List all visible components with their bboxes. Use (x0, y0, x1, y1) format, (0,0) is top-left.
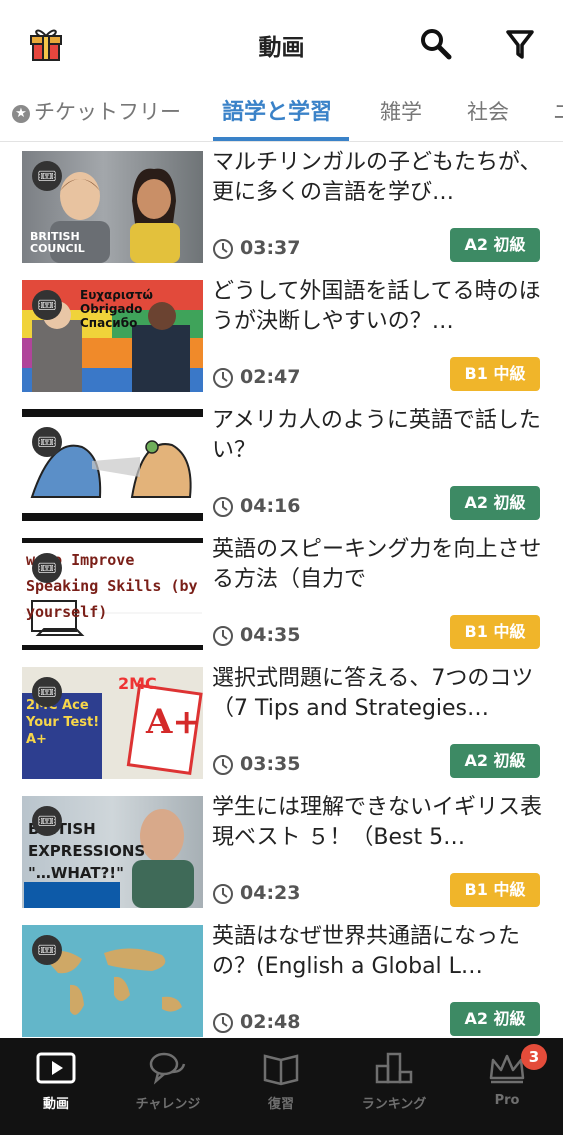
active-tab-indicator (213, 137, 349, 141)
video-duration: 04:35 (240, 624, 301, 646)
clock-icon (213, 368, 233, 388)
video-item[interactable]: BRITISH EXPRESSIONS "…WHAT?!" 🎟 学生には理解でき… (0, 793, 563, 909)
page-title: 動画 (258, 35, 305, 61)
nav-review[interactable]: 復習 (225, 1038, 337, 1135)
clock-icon (213, 884, 233, 904)
thumbnail-caption: Ευχαριστώ Obrigado Спасибо (80, 288, 153, 330)
video-item[interactable]: 🎟 アメリカ人のように英語で話したい？ 04:16 A2 初級 (0, 406, 563, 522)
level-badge: A2 初級 (450, 228, 540, 262)
book-icon (263, 1054, 299, 1086)
video-item[interactable]: 🎟 英語はなぜ世界共通語になったの？(English a Global L… 0… (0, 922, 563, 1038)
nav-label: 動画 (42, 1097, 69, 1112)
svg-text:A+: A+ (145, 702, 201, 742)
video-duration: 04:16 (240, 495, 301, 517)
ticket-icon: 🎟 (32, 806, 62, 836)
ticket-icon: 🎟 (32, 935, 62, 965)
video-title: 英語のスピーキング力を向上させる方法（自力で (212, 537, 542, 592)
level-badge: A2 初級 (450, 1002, 540, 1036)
tab-society[interactable]: 社会 (467, 96, 509, 126)
ticket-icon: 🎟 (32, 427, 62, 457)
podium-icon (375, 1052, 413, 1084)
clock-icon (213, 755, 233, 775)
thumbnail-caption: 2MC Ace Your Test! A+ (26, 698, 100, 747)
tab-language-learning[interactable]: 語学と学習 (222, 94, 332, 126)
play-icon (36, 1052, 76, 1084)
star-icon: ★ (12, 105, 30, 123)
bottom-nav: 動画 チャレンジ 復習 ランキング 3 Pro (0, 1038, 563, 1135)
level-badge: B1 中級 (450, 357, 540, 391)
level-badge: B1 中級 (450, 615, 540, 649)
video-title: 学生には理解できないイギリス表現ベスト ５！（Best 5… (212, 795, 542, 850)
filter-icon[interactable] (502, 26, 538, 62)
video-title: マルチリンガルの子どもたちが、更に多くの言語を学び… (212, 150, 542, 205)
nav-label: Pro (494, 1093, 520, 1108)
video-duration: 02:47 (240, 366, 301, 388)
video-thumbnail: w to Improve Speaking Skills (by yoursel… (22, 538, 203, 650)
video-thumbnail: 🎟 (22, 409, 203, 521)
search-icon[interactable] (418, 26, 454, 62)
nav-label: 復習 (267, 1097, 294, 1112)
nav-videos[interactable]: 動画 (0, 1038, 112, 1135)
clock-icon (213, 239, 233, 259)
tab-trivia[interactable]: 雑学 (380, 96, 422, 126)
notification-badge: 3 (521, 1044, 547, 1070)
nav-challenge[interactable]: チャレンジ (112, 1038, 224, 1135)
nav-label: チャレンジ (135, 1097, 201, 1112)
video-title: どうして外国語を話してる時のほうが決断しやすいの？… (212, 279, 541, 334)
video-title: 選択式問題に答える、7つのコツ（7 Tips and Strategies… (212, 666, 534, 721)
level-badge: B1 中級 (450, 873, 540, 907)
video-thumbnail: A+ 2MC 2MC Ace Your Test! A+ 🎟 (22, 667, 203, 779)
video-item[interactable]: w to Improve Speaking Skills (by yoursel… (0, 535, 563, 651)
level-badge: A2 初級 (450, 744, 540, 778)
level-badge: A2 初級 (450, 486, 540, 520)
nav-pro[interactable]: 3 Pro (451, 1038, 563, 1135)
nav-ranking[interactable]: ランキング (338, 1038, 450, 1135)
video-thumbnail: BRITISH EXPRESSIONS "…WHAT?!" 🎟 (22, 796, 203, 908)
thumbnail-caption: BRITISH COUNCIL (30, 230, 85, 255)
chat-bubbles-icon (149, 1052, 186, 1085)
ticket-icon: 🎟 (32, 161, 62, 191)
clock-icon (213, 626, 233, 646)
clock-icon (213, 497, 233, 517)
video-item[interactable]: BRITISH COUNCIL 🎟 マルチリンガルの子どもたちが、更に多くの言語… (0, 148, 563, 264)
nav-label: ランキング (361, 1097, 427, 1112)
video-thumbnail: Ευχαριστώ Obrigado Спасибо 🎟 (22, 280, 203, 392)
svg-text:2MC: 2MC (118, 674, 157, 693)
video-duration: 02:48 (240, 1011, 301, 1033)
ticket-icon: 🎟 (32, 677, 62, 707)
video-duration: 04:23 (240, 882, 301, 904)
tab-ticket-free[interactable]: ★ チケットフリー (12, 96, 181, 126)
video-duration: 03:37 (240, 237, 301, 259)
video-thumbnail: BRITISH COUNCIL 🎟 (22, 151, 203, 263)
video-duration: 03:35 (240, 753, 301, 775)
video-title: アメリカ人のように英語で話したい？ (212, 408, 541, 463)
ticket-icon: 🎟 (32, 553, 62, 583)
video-item[interactable]: A+ 2MC 2MC Ace Your Test! A+ 🎟 選択式問題に答える… (0, 664, 563, 780)
ticket-icon: 🎟 (32, 290, 62, 320)
header: 動画 (0, 0, 563, 88)
video-title: 英語はなぜ世界共通語になったの？(English a Global L… (212, 924, 521, 979)
video-thumbnail: 🎟 (22, 925, 203, 1037)
category-tabs: ★チケットフリー 語学と学習 雑学 社会 ニ (0, 88, 563, 142)
video-item[interactable]: Ευχαριστώ Obrigado Спасибо 🎟 どうして外国語を話して… (0, 277, 563, 393)
clock-icon (213, 1013, 233, 1033)
tab-next[interactable]: ニ (553, 96, 563, 126)
tab-label: チケットフリー (34, 100, 181, 124)
